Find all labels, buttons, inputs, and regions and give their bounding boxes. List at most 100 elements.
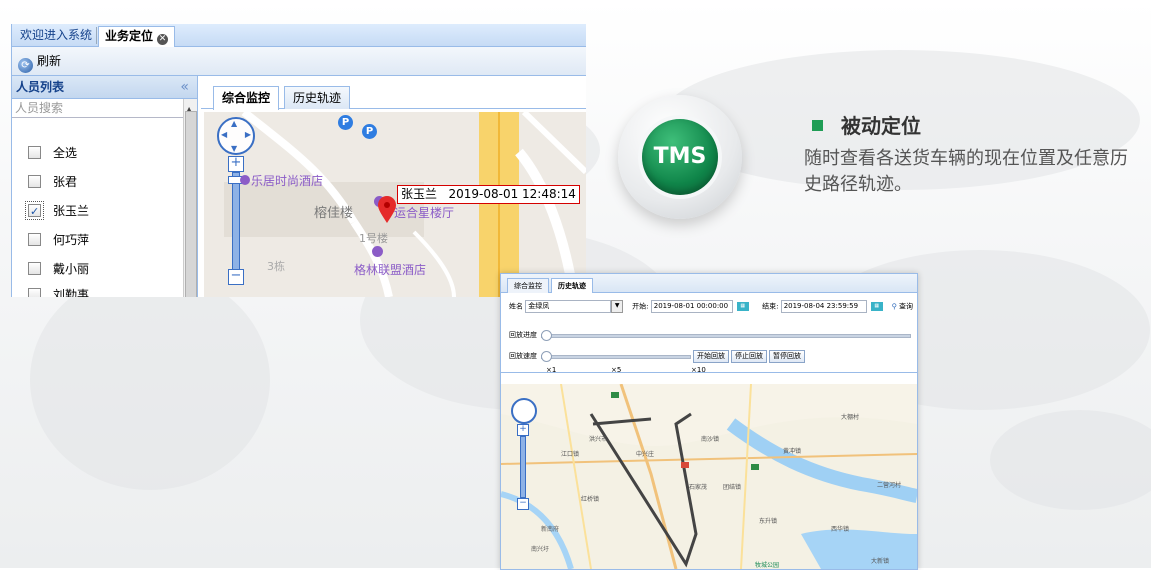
end-label: 结束: [762, 302, 779, 311]
map-panel: 综合监控 历史轨迹 ▲ ▼ ◀ ▶ + − P P 乐居时尚酒店 榕佳楼 1号楼… [201, 76, 586, 297]
refresh-label: 刷新 [37, 54, 62, 68]
playback-buttons: 开始回放 停止回放 暂停回放 [693, 350, 807, 363]
checkbox[interactable] [28, 262, 41, 275]
place-label: 黄冲镇 [783, 448, 802, 455]
building-label: 3栋 [267, 260, 285, 273]
zoom-in-button[interactable]: + [228, 156, 244, 172]
end-input[interactable]: 2019-08-04 23:59:59 [780, 300, 867, 313]
checkbox[interactable] [28, 233, 41, 246]
building-label: 1号楼 [359, 232, 388, 245]
pan-down-icon[interactable]: ▼ [231, 144, 237, 153]
person-item[interactable]: 戴小丽 [28, 259, 89, 279]
speed-knob[interactable] [541, 351, 552, 362]
location-marker-icon[interactable] [377, 196, 397, 224]
person-item-label: 张玉兰 [53, 204, 90, 218]
history-playback-panel: 综合监控 历史轨迹 姓名 金绿凤 ▼ 开始: 2019-08-01 00:00:0… [500, 273, 918, 570]
map-tabs: 综合监控 历史轨迹 [201, 82, 586, 110]
zoom-slider[interactable] [520, 436, 526, 498]
progress-knob[interactable] [541, 330, 552, 341]
person-list-scrollbar[interactable]: ▲ [183, 99, 197, 297]
checkbox-checked[interactable] [25, 201, 44, 222]
speed-tick: ×5 [611, 366, 622, 374]
pan-control[interactable] [511, 398, 537, 424]
zoom-out-button[interactable]: − [517, 498, 529, 510]
zoom-out-button[interactable]: − [228, 269, 244, 285]
close-icon[interactable]: ✕ [157, 34, 169, 45]
pan-left-icon[interactable]: ◀ [221, 130, 227, 139]
tab-separator [96, 27, 97, 44]
start-input[interactable]: 2019-08-01 00:00:00 [650, 300, 733, 313]
place-label: 石家茂 [689, 484, 708, 491]
place-label: 南沙镇 [701, 436, 720, 443]
map-view[interactable]: ▲ ▼ ◀ ▶ + − P P 乐居时尚酒店 榕佳楼 1号楼 3栋 格林联盟酒店… [204, 112, 586, 297]
tab-monitor[interactable]: 综合监控 [507, 278, 549, 293]
dropdown-icon[interactable]: ▼ [611, 300, 624, 313]
place-label: 二营河村 [877, 482, 902, 489]
history-map-view[interactable]: + − 洪兴市 江口镇 南沙镇 黄冲镇 中兴庄 石家茂 团结镇 红桥镇 西华镇 … [501, 384, 917, 569]
person-item[interactable]: 刘勤事 [28, 285, 89, 297]
tab-welcome[interactable]: 欢迎进入系统 [14, 26, 98, 45]
person-item[interactable]: 张君 [28, 172, 77, 192]
window-tabbar: 欢迎进入系统 业务定位 ✕ [12, 24, 586, 47]
tab-history[interactable]: 历史轨迹 [284, 86, 351, 109]
calendar-icon[interactable]: ▦ [870, 302, 883, 311]
checkbox[interactable] [28, 175, 41, 188]
collapse-icon[interactable]: « [180, 76, 189, 98]
progress-label: 回放进度 [509, 331, 537, 339]
tab-monitor[interactable]: 综合监控 [213, 86, 280, 110]
name-label: 姓名 [509, 302, 523, 311]
zoom-slider[interactable] [232, 172, 240, 270]
hotel-icon [240, 175, 250, 185]
pan-control[interactable]: ▲ ▼ ◀ ▶ [217, 117, 255, 155]
place-label: 中兴庄 [636, 451, 655, 458]
checkbox[interactable] [28, 146, 41, 159]
hotel-label: 乐居时尚酒店 [251, 174, 324, 188]
scrollbar-thumb[interactable] [185, 111, 197, 297]
tab-history[interactable]: 历史轨迹 [551, 278, 593, 293]
calendar-icon[interactable]: ▦ [736, 302, 749, 311]
person-item-label: 何巧萍 [53, 233, 90, 247]
person-item-all[interactable]: 全选 [28, 143, 77, 163]
location-popup: 张玉兰 2019-08-01 12:48:14 [397, 185, 580, 204]
place-label: 江口镇 [561, 451, 580, 458]
place-label: 大新镇 [871, 558, 890, 565]
building-label: 榕佳楼 [314, 206, 354, 221]
person-search-placeholder: 人员搜索 [15, 101, 64, 115]
checkbox[interactable] [28, 288, 41, 297]
person-item[interactable]: 何巧萍 [28, 230, 89, 250]
zoom-in-button[interactable]: + [517, 424, 529, 436]
tab-business-position[interactable]: 业务定位 ✕ [98, 26, 176, 47]
feature-title: 被动定位 [812, 113, 921, 139]
refresh-button[interactable]: ⟳ 刷新 [18, 52, 62, 73]
progress-slider[interactable] [541, 334, 911, 338]
pan-right-icon[interactable]: ▶ [245, 130, 251, 139]
person-item-label: 张君 [53, 175, 78, 189]
query-button[interactable]: ⚲ 查询 [892, 303, 913, 311]
pan-up-icon[interactable]: ▲ [231, 119, 237, 128]
history-tabs: 综合监控 历史轨迹 [501, 274, 917, 293]
history-query-row: 姓名 金绿凤 ▼ 开始: 2019-08-01 00:00:00 ▦ 结束: 201… [509, 300, 913, 313]
speed-label: 回放速度 [509, 352, 537, 360]
road-shield-icon [611, 392, 619, 398]
stop-playback-button[interactable]: 停止回放 [731, 350, 767, 363]
speed-slider[interactable] [541, 355, 691, 359]
tms-logo: TMS [642, 119, 718, 195]
place-label: 红桥镇 [581, 496, 600, 503]
square-bullet-icon [812, 120, 823, 131]
pause-playback-button[interactable]: 暂停回放 [769, 350, 805, 363]
position-window: 欢迎进入系统 业务定位✕ ⟳ 刷新 人员列表 « 人员搜索 ▲ 全选 张君 张玉兰… [11, 24, 586, 297]
parking-icon: P [338, 115, 353, 130]
place-label: 东升镇 [759, 518, 778, 525]
person-item-label: 全选 [53, 146, 78, 160]
start-playback-button[interactable]: 开始回放 [693, 350, 729, 363]
tab-business-position-label: 业务定位 [105, 29, 154, 43]
person-item[interactable]: 张玉兰 [25, 201, 90, 222]
person-list-title: 人员列表 [16, 80, 65, 94]
refresh-icon: ⟳ [18, 58, 33, 73]
person-search-input[interactable]: 人员搜索 ▲ [12, 99, 197, 297]
feature-title-text: 被动定位 [841, 114, 921, 138]
popup-time: 2019-08-01 12:48:14 [448, 187, 576, 201]
road-shield-icon [751, 464, 759, 470]
popup-name: 张玉兰 [401, 187, 438, 201]
name-select[interactable]: 金绿凤 [525, 300, 612, 313]
